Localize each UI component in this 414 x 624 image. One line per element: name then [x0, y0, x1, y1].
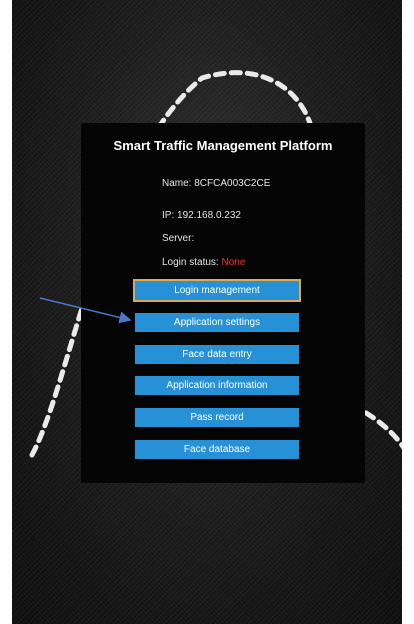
application-information-button[interactable]: Application information — [135, 376, 299, 395]
ip-label: IP: — [162, 210, 178, 221]
panel-title: Smart Traffic Management Platform — [113, 138, 333, 153]
device-ip: IP: 192.168.0.232 — [162, 210, 241, 221]
device-name: Name: 8CFCA003C2CE — [162, 178, 270, 189]
server-address: Server: — [162, 233, 194, 244]
ip-value: 192.168.0.232 — [177, 210, 241, 221]
name-value: 8CFCA003C2CE — [194, 178, 271, 189]
login-status-value: None — [221, 257, 246, 268]
pass-record-button[interactable]: Pass record — [135, 408, 299, 427]
name-label: Name: — [162, 178, 195, 189]
login-status: Login status: None — [162, 257, 245, 268]
server-label: Server: — [162, 233, 195, 244]
login-status-label: Login status: — [162, 257, 222, 268]
settings-panel: Smart Traffic Management Platform Name: … — [81, 123, 365, 483]
application-settings-button[interactable]: Application settings — [135, 313, 299, 332]
face-database-button[interactable]: Face database — [135, 440, 299, 459]
face-data-entry-button[interactable]: Face data entry — [135, 345, 299, 364]
login-management-button[interactable]: Login management — [133, 279, 301, 302]
camera-background: Smart Traffic Management Platform Name: … — [12, 0, 402, 624]
